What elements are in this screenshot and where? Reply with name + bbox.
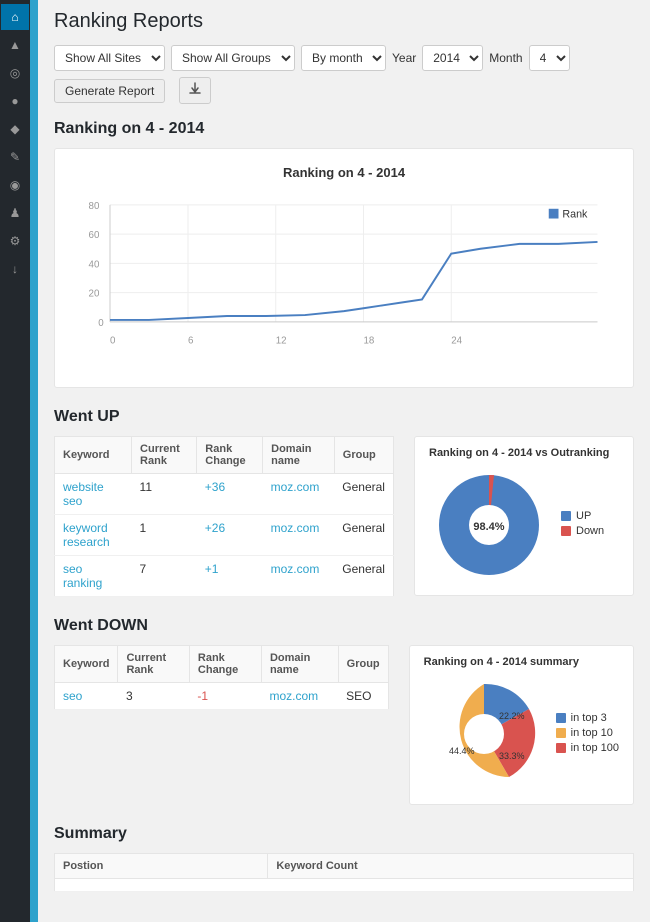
went-down-layout: Keyword Current Rank Rank Change Domain … (54, 645, 634, 805)
chart-title: Ranking on 4 - 2014 (71, 165, 617, 180)
went-up-layout: Keyword Current Rank Rank Change Domain … (54, 436, 634, 597)
legend-down: Down (561, 525, 604, 537)
col-keyword-down: Keyword (55, 646, 118, 683)
col-domain-down: Domain name (261, 646, 338, 683)
generate-button[interactable]: Generate Report (54, 79, 165, 103)
legend-top100: in top 100 (556, 742, 619, 754)
col-current-rank-up: Current Rank (132, 437, 197, 474)
sidebar-icon-dot[interactable]: ● (1, 88, 29, 114)
sidebar-icon-up[interactable]: ▲ (1, 32, 29, 58)
legend-up-dot (561, 511, 571, 521)
table-row: seo ranking 7 +1 moz.com General (55, 556, 394, 597)
table-row: keyword research 1 +26 moz.com General (55, 515, 394, 556)
ranking-title: Ranking on 4 - 2014 (54, 120, 634, 138)
table-row (55, 879, 634, 892)
toolbar: Show All Sites Show All Groups By month … (54, 45, 634, 104)
svg-text:Rank: Rank (562, 209, 588, 221)
svg-text:80: 80 (89, 201, 100, 212)
pie-summary-container: Ranking on 4 - 2014 summary 22.2% 33.3% (409, 645, 634, 805)
sidebar-icon-person[interactable]: ♟ (1, 200, 29, 226)
sidebar: ⌂ ▲ ◎ ● ◆ ✎ ◉ ♟ ⚙ ↓ (0, 0, 30, 922)
summary-section: Summary Postion Keyword Count (54, 825, 634, 892)
went-up-section: Went UP Keyword Current Rank Rank Change… (54, 408, 634, 597)
accent-bar (30, 0, 38, 922)
download-button[interactable] (179, 77, 211, 104)
pie-summary-title: Ranking on 4 - 2014 summary (424, 656, 619, 668)
col-current-rank-down: Current Rank (118, 646, 189, 683)
page-title: Ranking Reports (54, 10, 634, 33)
svg-text:33.3%: 33.3% (499, 751, 525, 761)
went-down-title: Went DOWN (54, 617, 634, 635)
pie-up-title: Ranking on 4 - 2014 vs Outranking (429, 447, 619, 459)
table-row: website seo 11 +36 moz.com General (55, 474, 394, 515)
pie-summary-chart: 22.2% 33.3% 44.4% (424, 674, 544, 794)
pie-up-legend: UP Down (561, 510, 604, 540)
went-up-table-wrap: Keyword Current Rank Rank Change Domain … (54, 436, 394, 597)
col-rank-change-up: Rank Change (197, 437, 263, 474)
legend-top100-dot (556, 743, 566, 753)
sidebar-icon-tools[interactable]: ⚙ (1, 228, 29, 254)
summary-col-count: Keyword Count (268, 854, 634, 879)
main-content: Ranking Reports Show All Sites Show All … (38, 0, 650, 922)
month-select[interactable]: 4 (529, 45, 570, 71)
pie-summary-wrap: 22.2% 33.3% 44.4% in top 3 in top 10 (424, 674, 619, 794)
legend-top3-dot (556, 713, 566, 723)
legend-top3-label: in top 3 (571, 712, 607, 724)
legend-up: UP (561, 510, 604, 522)
by-select[interactable]: By month (301, 45, 386, 71)
went-up-table: Keyword Current Rank Rank Change Domain … (54, 436, 394, 597)
svg-text:20: 20 (89, 289, 100, 300)
sidebar-icon-edit[interactable]: ✎ (1, 144, 29, 170)
col-group-down: Group (338, 646, 388, 683)
legend-up-label: UP (576, 510, 591, 522)
legend-top10-label: in top 10 (571, 727, 613, 739)
groups-select[interactable]: Show All Groups (171, 45, 295, 71)
legend-top100-label: in top 100 (571, 742, 619, 754)
legend-top10: in top 10 (556, 727, 619, 739)
month-label: Month (489, 51, 522, 65)
chart-container: Ranking on 4 - 2014 80 60 40 20 0 0 6 12… (54, 148, 634, 388)
svg-text:6: 6 (188, 335, 193, 346)
col-domain-up: Domain name (263, 437, 335, 474)
sidebar-icon-eye[interactable]: ◉ (1, 172, 29, 198)
summary-col-position: Postion (55, 854, 268, 879)
svg-text:0: 0 (110, 335, 116, 346)
svg-text:22.2%: 22.2% (499, 711, 525, 721)
summary-table: Postion Keyword Count (54, 853, 634, 892)
sidebar-icon-diamond[interactable]: ◆ (1, 116, 29, 142)
went-up-title: Went UP (54, 408, 634, 426)
svg-text:44.4%: 44.4% (449, 746, 475, 756)
col-group-up: Group (334, 437, 393, 474)
sidebar-icon-circle[interactable]: ◎ (1, 60, 29, 86)
col-keyword-up: Keyword (55, 437, 132, 474)
line-chart: 80 60 40 20 0 0 6 12 18 24 (71, 188, 617, 368)
sidebar-icon-home[interactable]: ⌂ (1, 4, 29, 30)
col-rank-change-down: Rank Change (189, 646, 261, 683)
legend-down-label: Down (576, 525, 604, 537)
year-label: Year (392, 51, 416, 65)
year-select[interactable]: 2014 (422, 45, 483, 71)
pie-up-wrap: 98.4% UP Down (429, 465, 619, 585)
table-row: seo 3 -1 moz.com SEO (55, 683, 389, 710)
sidebar-icon-arrow[interactable]: ↓ (1, 256, 29, 282)
legend-top10-dot (556, 728, 566, 738)
pie-summary-legend: in top 3 in top 10 in top 100 (556, 712, 619, 757)
pie-up-container: Ranking on 4 - 2014 vs Outranking 98.4% (414, 436, 634, 596)
went-down-section: Went DOWN Keyword Current Rank Rank Chan… (54, 617, 634, 805)
pie-up-chart: 98.4% (429, 465, 549, 585)
svg-text:98.4%: 98.4% (473, 521, 504, 533)
legend-down-dot (561, 526, 571, 536)
svg-text:18: 18 (363, 335, 374, 346)
svg-text:12: 12 (276, 335, 287, 346)
sites-select[interactable]: Show All Sites (54, 45, 165, 71)
svg-text:60: 60 (89, 230, 100, 241)
svg-text:0: 0 (98, 318, 104, 329)
legend-top3: in top 3 (556, 712, 619, 724)
summary-title: Summary (54, 825, 634, 843)
download-icon (188, 82, 202, 96)
svg-text:24: 24 (451, 335, 462, 346)
svg-text:40: 40 (89, 259, 100, 270)
